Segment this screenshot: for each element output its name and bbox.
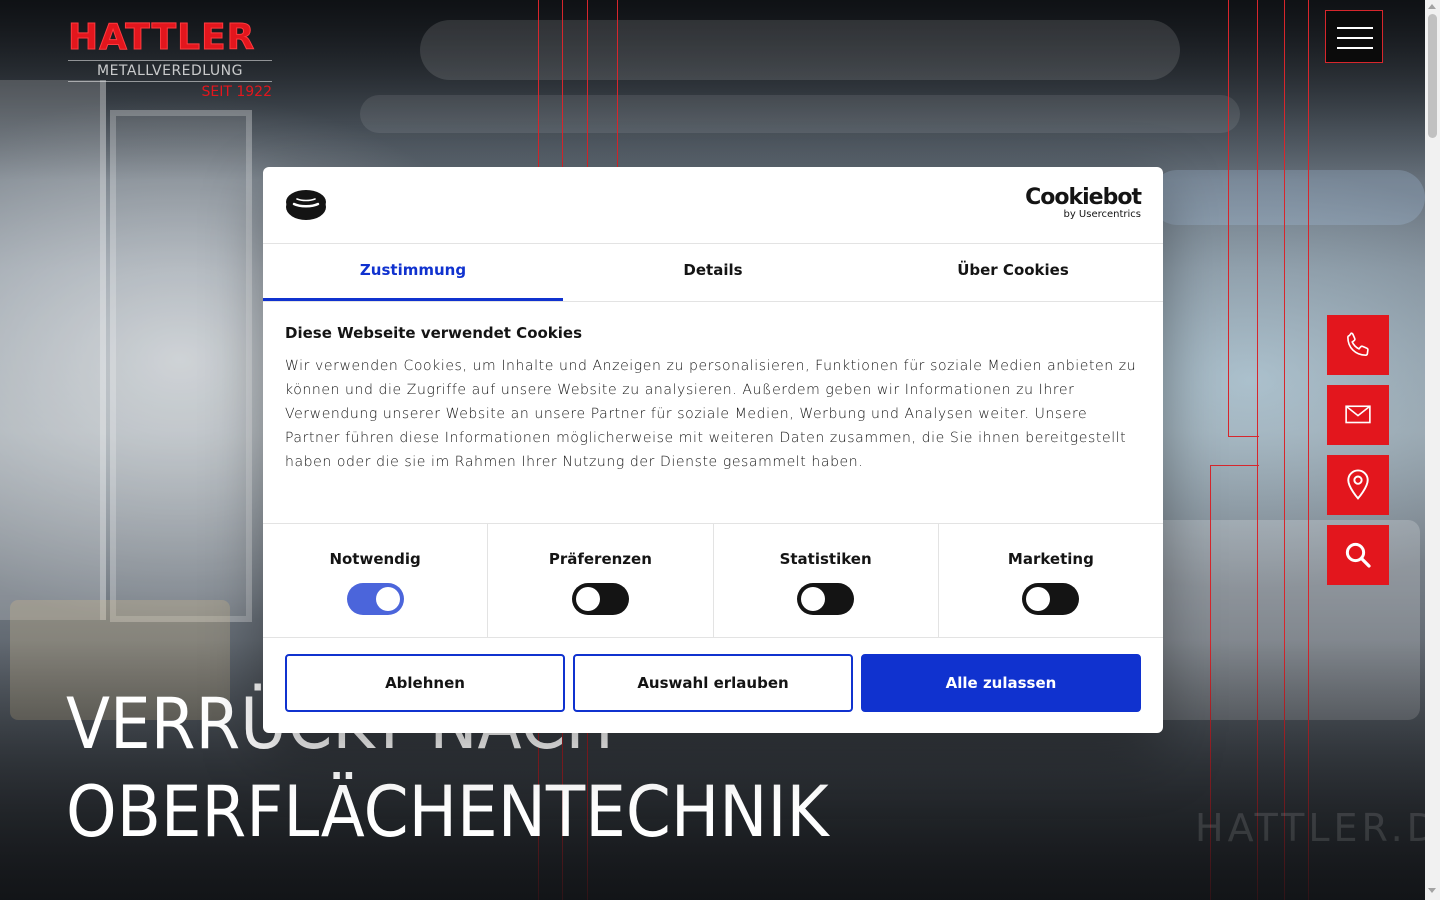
cookiebot-name: Cookiebot [1025, 185, 1142, 210]
toggle-knob [801, 587, 826, 611]
ceiling-pipe [360, 95, 1240, 133]
toggle-knob [575, 587, 600, 611]
page-scrollbar[interactable] [1425, 0, 1440, 900]
ceiling-pipe [1150, 170, 1425, 225]
toggle-knob [375, 587, 400, 611]
toggle-statistiken[interactable] [797, 583, 855, 615]
category-praeferenzen: Präferenzen [488, 524, 714, 637]
tab-details[interactable]: Details [563, 244, 863, 301]
toggle-knob [1026, 587, 1051, 611]
decorative-line [617, 0, 618, 190]
scroll-thumb[interactable] [1428, 14, 1437, 138]
logo-since: SEIT 1922 [201, 84, 273, 100]
logo-wordmark: HATTLER [68, 17, 256, 58]
tab-about-cookies[interactable]: Über Cookies [863, 244, 1163, 301]
decorative-line [1257, 0, 1258, 900]
scroll-up-arrow[interactable] [1428, 4, 1436, 9]
cookie-consent-dialog: Cookiebot by Usercentrics Zustimmung Det… [263, 167, 1163, 733]
phone-icon [1347, 332, 1369, 356]
mail-button[interactable] [1327, 385, 1389, 445]
hamburger-icon [1337, 47, 1373, 49]
category-notwendig: Notwendig [263, 524, 489, 637]
category-toggles: Notwendig Präferenzen Statistiken Market… [263, 524, 1163, 638]
hamburger-icon [1337, 27, 1373, 29]
toggle-marketing[interactable] [1022, 583, 1080, 615]
dialog-header: Cookiebot by Usercentrics [263, 167, 1163, 244]
cookiebot-brand[interactable]: Cookiebot by Usercentrics [1025, 185, 1142, 221]
location-button[interactable] [1327, 455, 1389, 515]
cookie-logo-icon [286, 190, 326, 220]
decorative-line [1308, 0, 1309, 900]
search-icon [1345, 542, 1371, 568]
dialog-buttons: Ablehnen Auswahl erlauben Alle zulassen [263, 638, 1163, 728]
ceiling-pipe [420, 20, 1180, 80]
toggle-notwendig[interactable] [346, 583, 404, 615]
location-pin-icon [1347, 469, 1369, 500]
hamburger-icon [1337, 37, 1373, 39]
hero-title-line2: OBERFLÄCHENTECHNIK [66, 771, 829, 853]
allow-selection-button[interactable]: Auswahl erlauben [573, 654, 853, 712]
category-label: Notwendig [329, 550, 421, 568]
site-logo[interactable]: HATTLER METALLVEREDLUNG SEIT 1922 [68, 17, 273, 100]
hamburger-menu-button[interactable] [1325, 10, 1383, 63]
search-button[interactable] [1327, 525, 1389, 585]
scroll-down-arrow[interactable] [1428, 888, 1436, 893]
category-marketing: Marketing [939, 524, 1163, 637]
decorative-line [1284, 0, 1285, 900]
phone-button[interactable] [1327, 315, 1389, 375]
dialog-tabs: Zustimmung Details Über Cookies [263, 244, 1163, 302]
door-panel [110, 110, 252, 622]
dialog-heading: Diese Webseite verwendet Cookies [285, 324, 583, 342]
logo-subtitle: METALLVEREDLUNG [68, 60, 272, 82]
mail-icon [1345, 405, 1371, 424]
dialog-content: Diese Webseite verwendet Cookies Wir ver… [263, 302, 1163, 524]
category-statistiken: Statistiken [714, 524, 939, 637]
toggle-praeferenzen[interactable] [571, 583, 629, 615]
category-label: Statistiken [779, 550, 872, 568]
cookiebot-by: by Usercentrics [1063, 209, 1141, 220]
tab-zustimmung[interactable]: Zustimmung [263, 244, 563, 301]
door-panel [0, 80, 106, 620]
decline-button[interactable]: Ablehnen [285, 654, 565, 712]
hero-watermark: HATTLER.DE [1195, 806, 1440, 850]
decorative-line [1228, 0, 1259, 437]
allow-all-button[interactable]: Alle zulassen [861, 654, 1141, 712]
category-label: Präferenzen [548, 550, 652, 568]
dialog-body-text: Wir verwenden Cookies, um Inhalte und An… [285, 358, 1137, 470]
category-label: Marketing [1007, 550, 1094, 568]
